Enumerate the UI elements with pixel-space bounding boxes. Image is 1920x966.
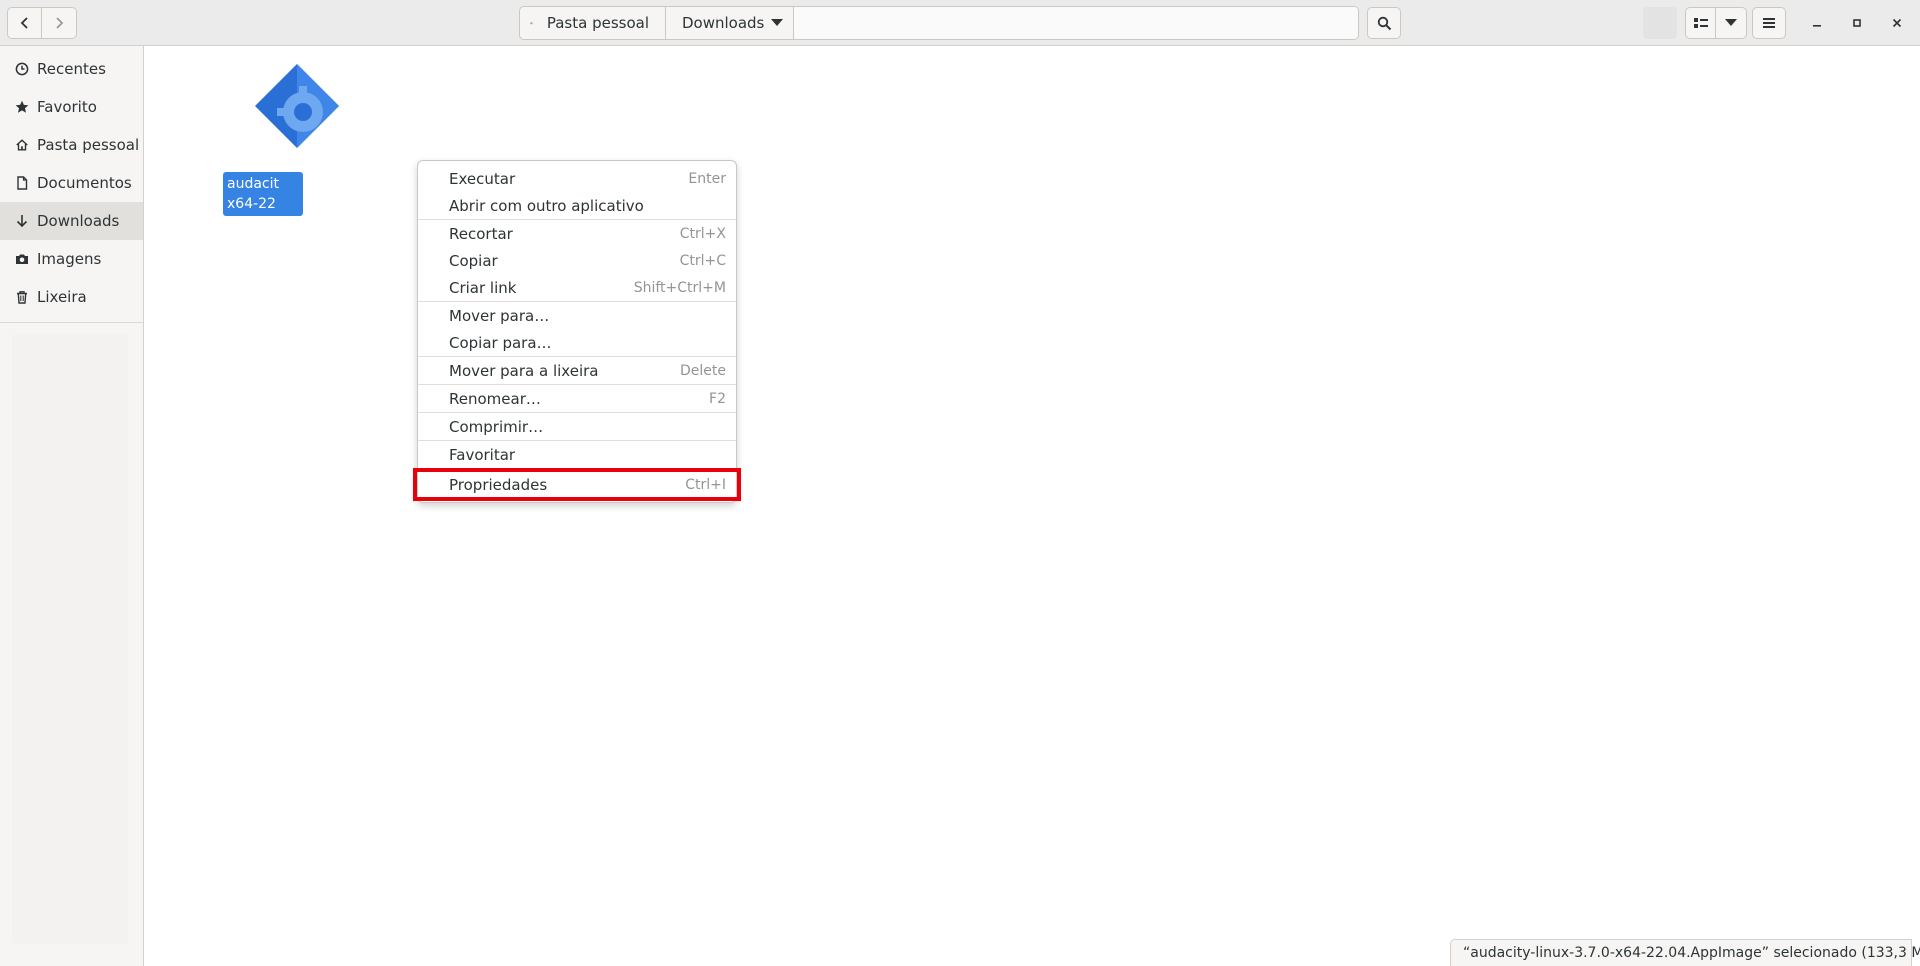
maximize-icon	[1853, 19, 1861, 27]
sidebar-item-recentes[interactable]: Recentes	[0, 50, 143, 88]
clock-icon	[15, 62, 29, 76]
menu-separator	[418, 468, 736, 469]
menu-item-label: Propriedades	[449, 475, 548, 494]
path-home-label: Pasta pessoal	[546, 14, 649, 32]
context-menu: Executar Enter Abrir com outro aplicativ…	[413, 160, 741, 503]
menu-item-label: Executar	[449, 169, 516, 188]
file-name-label: audacit x64-22	[223, 172, 303, 216]
navigation-buttons	[7, 7, 77, 39]
chevron-left-icon	[20, 17, 28, 29]
minimize-icon	[1813, 25, 1821, 27]
menu-item-label: Copiar para…	[449, 333, 552, 352]
maximize-button[interactable]	[1845, 11, 1869, 35]
sidebar-item-imagens[interactable]: Imagens	[0, 240, 143, 278]
menu-item-comprimir[interactable]: Comprimir…	[418, 413, 736, 440]
sidebar-item-label: Lixeira	[37, 288, 87, 306]
sidebar-item-label: Imagens	[37, 250, 102, 268]
menu-item-label: Criar link	[449, 278, 517, 297]
menu-item-accelerator: Ctrl+I	[685, 476, 726, 493]
sidebar: Recentes Favorito Pasta pessoal Document…	[0, 46, 144, 966]
operations-indicator	[1643, 7, 1677, 39]
menu-item-mover-para[interactable]: Mover para…	[418, 302, 736, 329]
header-bar: Pasta pessoal Downloads	[0, 0, 1920, 46]
sidebar-blank-area	[12, 334, 128, 944]
minimize-button[interactable]	[1805, 11, 1829, 35]
view-buttons	[1685, 7, 1747, 39]
view-options-button[interactable]	[1716, 7, 1747, 39]
sidebar-item-label: Pasta pessoal	[37, 136, 140, 154]
menu-item-copiar-para[interactable]: Copiar para…	[418, 329, 736, 356]
search-icon	[1377, 16, 1391, 30]
file-name-line-1: audacit	[227, 176, 279, 192]
sidebar-item-documentos[interactable]: Documentos	[0, 164, 143, 202]
menu-item-label: Abrir com outro aplicativo	[449, 196, 644, 215]
menu-item-favoritar[interactable]: Favoritar	[418, 441, 736, 468]
menu-item-label: Comprimir…	[449, 417, 544, 436]
list-view-button[interactable]	[1685, 7, 1716, 39]
path-home-button[interactable]: Pasta pessoal	[520, 7, 666, 39]
places-list: Recentes Favorito Pasta pessoal Document…	[0, 46, 143, 316]
chevron-right-icon	[56, 17, 64, 29]
sidebar-item-label: Favorito	[37, 98, 97, 116]
status-text: “audacity-linux-3.7.0-x64-22.04.AppImage…	[1463, 945, 1920, 961]
menu-item-recortar[interactable]: Recortar Ctrl+X	[418, 220, 736, 247]
selection-status-bar: “audacity-linux-3.7.0-x64-22.04.AppImage…	[1450, 939, 1920, 966]
back-button[interactable]	[7, 7, 42, 39]
sidebar-item-pasta-pessoal[interactable]: Pasta pessoal	[0, 126, 143, 164]
list-view-icon	[1693, 18, 1708, 28]
menu-item-label: Recortar	[449, 224, 513, 243]
home-icon	[16, 139, 28, 151]
close-button[interactable]	[1885, 11, 1909, 35]
path-bar: Pasta pessoal Downloads	[519, 6, 1359, 40]
file-view[interactable]: audacit x64-22 Executar Enter Abrir com …	[145, 46, 1920, 966]
menu-item-criar-link[interactable]: Criar link Shift+Ctrl+M	[418, 274, 736, 301]
menu-item-accelerator: Ctrl+X	[679, 225, 726, 242]
menu-item-label: Mover para a lixeira	[449, 361, 599, 380]
menu-item-executar[interactable]: Executar Enter	[418, 165, 736, 192]
menu-item-accelerator: Enter	[688, 170, 726, 187]
menu-item-accelerator: Delete	[680, 362, 726, 379]
star-icon	[15, 100, 29, 113]
trash-icon	[17, 291, 27, 304]
menu-item-renomear[interactable]: Renomear… F2	[418, 385, 736, 412]
home-icon	[530, 21, 533, 25]
sidebar-item-label: Recentes	[37, 60, 106, 78]
file-name-line-2: x64-22	[227, 196, 276, 212]
menu-item-label: Copiar	[449, 251, 498, 270]
path-empty-area[interactable]	[794, 7, 1358, 39]
download-icon	[16, 215, 28, 228]
menu-item-abrir-com[interactable]: Abrir com outro aplicativo	[418, 192, 736, 219]
sidebar-item-lixeira[interactable]: Lixeira	[0, 278, 143, 316]
menu-item-accelerator: Shift+Ctrl+M	[633, 279, 726, 296]
path-current-label: Downloads	[682, 14, 765, 32]
camera-icon	[16, 254, 28, 264]
sidebar-item-favorito[interactable]: Favorito	[0, 88, 143, 126]
menu-item-copiar[interactable]: Copiar Ctrl+C	[418, 247, 736, 274]
main-menu-button[interactable]	[1752, 7, 1786, 39]
dropdown-arrow-icon	[1725, 19, 1737, 26]
sidebar-separator	[0, 322, 143, 323]
menu-item-label: Renomear…	[449, 389, 541, 408]
sidebar-item-label: Downloads	[37, 212, 120, 230]
menu-item-accelerator: F2	[709, 390, 726, 407]
path-current-button[interactable]: Downloads	[666, 7, 794, 39]
search-button[interactable]	[1367, 7, 1401, 39]
menu-item-mover-para-lixeira[interactable]: Mover para a lixeira Delete	[418, 357, 736, 384]
menu-item-accelerator: Ctrl+C	[679, 252, 726, 269]
menu-item-label: Favoritar	[449, 445, 516, 464]
menu-item-label: Mover para…	[449, 306, 550, 325]
appimage-icon	[255, 64, 339, 148]
close-icon	[1892, 18, 1902, 28]
forward-button[interactable]	[42, 7, 77, 39]
sidebar-item-label: Documentos	[37, 174, 132, 192]
dropdown-arrow-icon	[771, 19, 783, 26]
hamburger-menu-icon	[1763, 18, 1775, 28]
sidebar-item-downloads[interactable]: Downloads	[0, 202, 143, 240]
document-icon	[17, 176, 28, 190]
menu-item-propriedades[interactable]: Propriedades Ctrl+I	[413, 468, 741, 501]
